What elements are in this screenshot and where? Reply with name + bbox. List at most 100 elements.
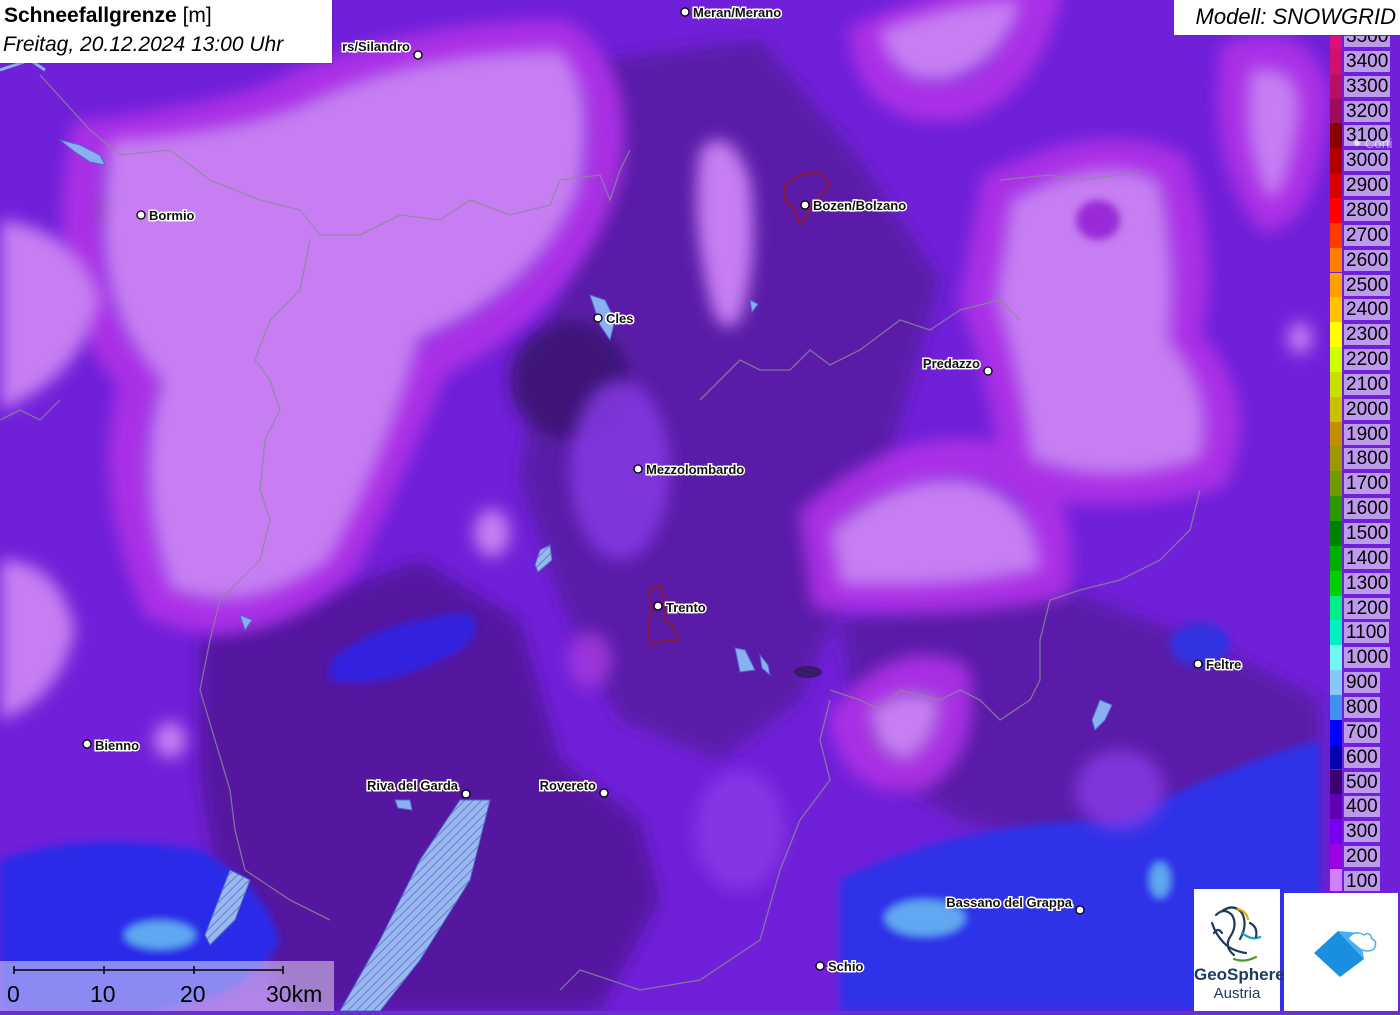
title-main: Schneefallgrenze — [4, 4, 177, 27]
legend-swatch — [1330, 694, 1342, 720]
legend-row: 1300 — [1328, 570, 1400, 596]
legend-label: 2400 — [1344, 299, 1391, 321]
legend-row: 700 — [1328, 719, 1400, 745]
legend-swatch — [1330, 347, 1342, 372]
app-logo-icon — [1314, 931, 1377, 977]
legend-row: 1700 — [1328, 471, 1400, 497]
legend-label: 2100 — [1344, 373, 1391, 395]
svg-text:Trento: Trento — [666, 600, 706, 615]
legend-label: 1900 — [1344, 423, 1391, 445]
title-unit: [m] — [182, 4, 212, 27]
legend-swatch — [1330, 123, 1342, 149]
legend-row: 600 — [1328, 744, 1400, 770]
scale-label-10: 10 — [90, 981, 116, 1007]
legend-swatch — [1330, 769, 1342, 795]
legend-row: 1800 — [1328, 446, 1400, 472]
legend-swatch — [1330, 297, 1342, 323]
legend-label: 2200 — [1344, 349, 1391, 371]
city-bozen[interactable]: Bozen/Bolzano — [800, 197, 908, 215]
legend-swatch — [1330, 645, 1342, 671]
legend-swatch — [1330, 272, 1342, 298]
legend-label: 200 — [1344, 846, 1380, 868]
legend-row: 2800 — [1328, 197, 1400, 223]
legend-row: 400 — [1328, 794, 1400, 820]
legend-row: 2000 — [1328, 396, 1400, 422]
legend-label: 1000 — [1344, 647, 1391, 669]
legend-swatch — [1330, 719, 1342, 745]
city-meran[interactable]: Meran/Merano — [680, 4, 783, 22]
legend-swatch — [1330, 844, 1342, 869]
legend-label: 3200 — [1344, 100, 1391, 122]
legend-label: 1600 — [1344, 498, 1391, 520]
legend-swatch — [1330, 36, 1342, 49]
legend-row: 500 — [1328, 769, 1400, 795]
legend-label: 3400 — [1344, 50, 1391, 72]
logo-name-line1: GeoSphere — [1194, 965, 1285, 984]
legend-row: 200 — [1328, 844, 1400, 869]
app-logo[interactable] — [1284, 893, 1398, 1011]
legend-swatch — [1330, 98, 1342, 124]
legend-label: 1800 — [1344, 448, 1391, 470]
legend-row: 2500 — [1328, 272, 1400, 298]
legend-row: 2900 — [1328, 173, 1400, 198]
model-name: Modell: SNOWGRID — [1195, 4, 1396, 29]
legend-label: 400 — [1344, 796, 1380, 818]
legend-label: 1500 — [1344, 523, 1391, 544]
svg-text:Schio: Schio — [828, 959, 863, 974]
scale-bar: 0 10 20 30km — [0, 961, 334, 1011]
geosphere-logo[interactable]: GeoSphere Austria — [1194, 889, 1285, 1011]
svg-text:Bassano del Grappa: Bassano del Grappa — [946, 895, 1072, 910]
legend-row: 1000 — [1328, 645, 1400, 671]
legend-row: 2700 — [1328, 222, 1400, 248]
legend-swatch — [1330, 496, 1342, 521]
svg-text:Rovereto: Rovereto — [540, 778, 596, 793]
legend-swatch — [1330, 868, 1342, 891]
legend-label: 2300 — [1344, 324, 1391, 346]
map-title: Schneefallgrenze [m] — [4, 4, 212, 28]
legend-label: 3500 — [1344, 36, 1391, 47]
legend-swatch — [1330, 744, 1342, 770]
legend-label: 1700 — [1344, 473, 1391, 495]
legend-swatch — [1330, 247, 1342, 273]
svg-text:Cles: Cles — [606, 311, 633, 326]
city-mezzolombardo[interactable]: Mezzolombardo — [633, 461, 746, 479]
legend-label: 1400 — [1344, 547, 1391, 569]
legend-row: 3000 — [1328, 148, 1400, 174]
legend-label: 600 — [1344, 746, 1380, 768]
legend-swatch — [1330, 371, 1342, 397]
legend-row: 800 — [1328, 694, 1400, 720]
legend-label: 2600 — [1344, 249, 1391, 271]
legend-swatch — [1330, 595, 1342, 621]
legend-row: 1100 — [1328, 620, 1400, 646]
scale-label-0: 0 — [7, 981, 20, 1007]
legend-row: 3100 — [1328, 123, 1400, 149]
logo-name-line2: Austria — [1213, 985, 1261, 1002]
color-legend: 3500 3400 3300 3200 3100 3000 2900 2800 2700 2600… — [1328, 36, 1400, 891]
legend-row: 2600 — [1328, 247, 1400, 273]
svg-text:Predazzo: Predazzo — [923, 356, 980, 371]
legend-label: 500 — [1344, 771, 1380, 793]
legend-label: 300 — [1344, 821, 1380, 843]
legend-swatch — [1330, 446, 1342, 472]
legend-swatch — [1330, 421, 1342, 447]
svg-text:Mezzolombardo: Mezzolombardo — [646, 462, 744, 477]
legend-row: 3400 — [1328, 48, 1400, 74]
legend-swatch — [1330, 471, 1342, 497]
legend-row: 900 — [1328, 670, 1400, 695]
legend-label: 2700 — [1344, 224, 1391, 246]
legend-swatch — [1330, 48, 1342, 74]
legend-row: 3200 — [1328, 98, 1400, 124]
svg-text:Feltre: Feltre — [1206, 657, 1241, 672]
legend-swatch — [1330, 222, 1342, 248]
legend-swatch — [1330, 620, 1342, 646]
legend-label: 100 — [1344, 870, 1380, 891]
svg-text:rs/Silandro: rs/Silandro — [342, 39, 410, 54]
snow-line-map[interactable]: Meran/Merano rs/Silandro Bormio Bozen/Bo… — [0, 0, 1400, 1011]
legend-label: 1300 — [1344, 572, 1391, 594]
legend-swatch — [1330, 173, 1342, 198]
legend-swatch — [1330, 148, 1342, 174]
legend-label: 2000 — [1344, 398, 1391, 420]
legend-swatch — [1330, 819, 1342, 845]
legend-swatch — [1330, 396, 1342, 422]
svg-text:Bormio: Bormio — [149, 208, 195, 223]
